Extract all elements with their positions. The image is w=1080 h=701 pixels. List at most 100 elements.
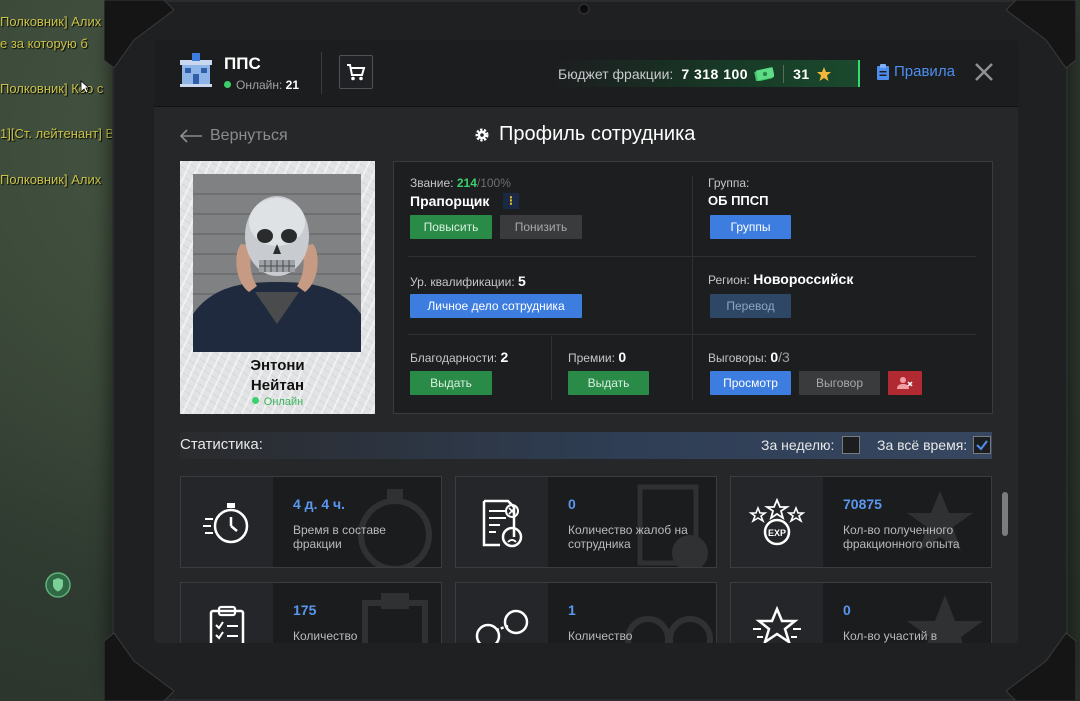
page-title-text: Профиль сотрудника [499,123,696,145]
stat-card-events: 0 Кол-во участий в [730,582,992,643]
rank-label: Звание: 214/100% [410,176,511,190]
view-reprimands-button[interactable]: Просмотр [710,371,791,395]
faction-stars-count: 31 [793,65,810,82]
demote-button[interactable]: Понизить [500,215,582,239]
back-button[interactable]: Вернуться [178,127,288,145]
exp-stars-icon: EXP [731,477,823,567]
groups-button[interactable]: Группы [710,215,791,239]
stat-card-tasks: 175 Количество [180,582,442,643]
reprimands-value: 0 [770,349,779,365]
checkmark-icon [976,440,988,451]
reprimands-label: Выговоры: 0/3 [708,349,790,365]
stat-card-time: 4 д. 4 ч. Время в составе фракции [180,476,442,568]
employee-mugshot [193,174,361,352]
stat-value: 0 [843,602,851,618]
gear-icon [475,128,489,141]
svg-text:EXP: EXP [768,528,786,538]
handcuffs-icon [456,583,548,643]
region-label: Регион: Новороссийск [708,271,854,287]
faction-online: Онлайн: 21 [224,78,299,92]
stat-value: 175 [293,602,317,618]
divider [408,256,976,257]
statistics-title: Статистика: [180,436,263,453]
bonuses-label: Премии: 0 [568,349,627,365]
online-label: Онлайн: [236,78,283,92]
star-award-icon [731,583,823,643]
give-bonus-button[interactable]: Выдать [568,371,649,395]
stat-value: 4 д. 4 ч. [293,496,346,512]
back-label: Вернуться [210,127,288,144]
transfer-button[interactable]: Перевод [710,294,791,318]
stat-value: 70875 [843,496,882,512]
thanks-label: Благодарности: 2 [410,349,509,365]
chat-line: Полковник] Алих [0,172,102,187]
budget-label: Бюджет фракции: [558,65,674,82]
budget-amount: 7 318 100 [681,65,749,82]
stat-description: Кол-во участий в [843,629,938,643]
rank-progress-max: /100% [476,176,511,190]
rules-link[interactable]: Правила [876,63,955,80]
week-filter-label: За неделю: [761,437,835,453]
close-icon[interactable] [972,60,996,84]
stat-description: Время в составе фракции [293,523,386,551]
qualification-label: Ур. квалификации: 5 [410,273,526,289]
employee-photo-card: Энтони Нейтан Онлайн [180,161,375,414]
bonuses-value: 0 [618,349,627,365]
star-icon [816,66,831,81]
divider [408,334,976,335]
chat-line: 1][Ст. лейтенант] В [0,126,115,141]
stat-value: 1 [568,602,576,618]
clipboard-checklist-icon [181,583,273,643]
stat-description: Количество жалоб на сотрудника [568,523,688,551]
rules-label: Правила [894,63,955,80]
cursor-icon [80,80,90,94]
chat-line: е за которую б [0,36,88,51]
week-filter-checkbox[interactable] [842,436,860,454]
personal-file-button[interactable]: Личное дело сотрудника [410,294,582,318]
qualification-value: 5 [518,273,526,289]
reprimands-max: /3 [778,349,790,365]
complaint-document-icon [456,477,548,567]
all-time-filter-checkbox[interactable] [973,436,991,454]
employee-status-text: Онлайн [263,396,304,408]
employee-last-name: Нейтан [250,377,305,394]
stat-value: 0 [568,496,576,512]
all-time-filter-label: За всё время: [877,437,968,453]
give-reprimand-button[interactable]: Выговор [799,371,880,395]
stat-card-arrests: 1 Количество [455,582,717,643]
rank-progress: 214 [456,176,477,190]
stopwatch-icon [181,477,273,567]
stat-description: Количество [568,629,633,643]
faction-budget: Бюджет фракции: 7 318 100 31 [554,60,860,87]
mugshot-image [193,174,361,352]
employee-info-panel: Звание: 214/100% Прапорщик ⁝ Повысить По… [393,161,993,414]
shield-hud-icon [45,572,71,598]
chat-line: Полковник] Алих [0,14,102,29]
stat-card-complaints: 0 Количество жалоб на сотрудника [455,476,717,568]
give-thanks-button[interactable]: Выдать [410,371,492,395]
statistics-bar: Статистика: За неделю: За всё время: [180,432,992,459]
online-dot-icon [224,81,231,88]
clipboard-icon [877,63,889,80]
budget-separator [783,64,785,83]
group-label: Группа: [708,176,750,190]
shop-cart-button[interactable] [339,55,373,89]
employee-name: Энтони Нейтан [180,356,375,396]
cart-icon [347,64,366,81]
divider [321,52,322,94]
stat-description: Количество [293,629,358,643]
employee-first-name: Энтони [250,357,305,374]
tablet-screen: ППС Онлайн: 21 Бюджет фракции: 7 318 100… [154,40,1018,643]
remove-user-icon [897,377,913,389]
camera-icon [578,3,590,15]
police-station-icon [180,53,212,87]
divider [692,336,693,400]
rank-info-icon[interactable]: ⁝ [503,193,519,209]
scrollbar-thumb[interactable] [1002,492,1008,536]
promote-button[interactable]: Повысить [410,215,492,239]
dismiss-button[interactable] [888,371,922,395]
rank-name: Прапорщик [410,193,490,209]
faction-name: ППС [224,54,261,73]
arrow-left-icon [179,129,202,143]
online-count: 21 [285,78,300,92]
